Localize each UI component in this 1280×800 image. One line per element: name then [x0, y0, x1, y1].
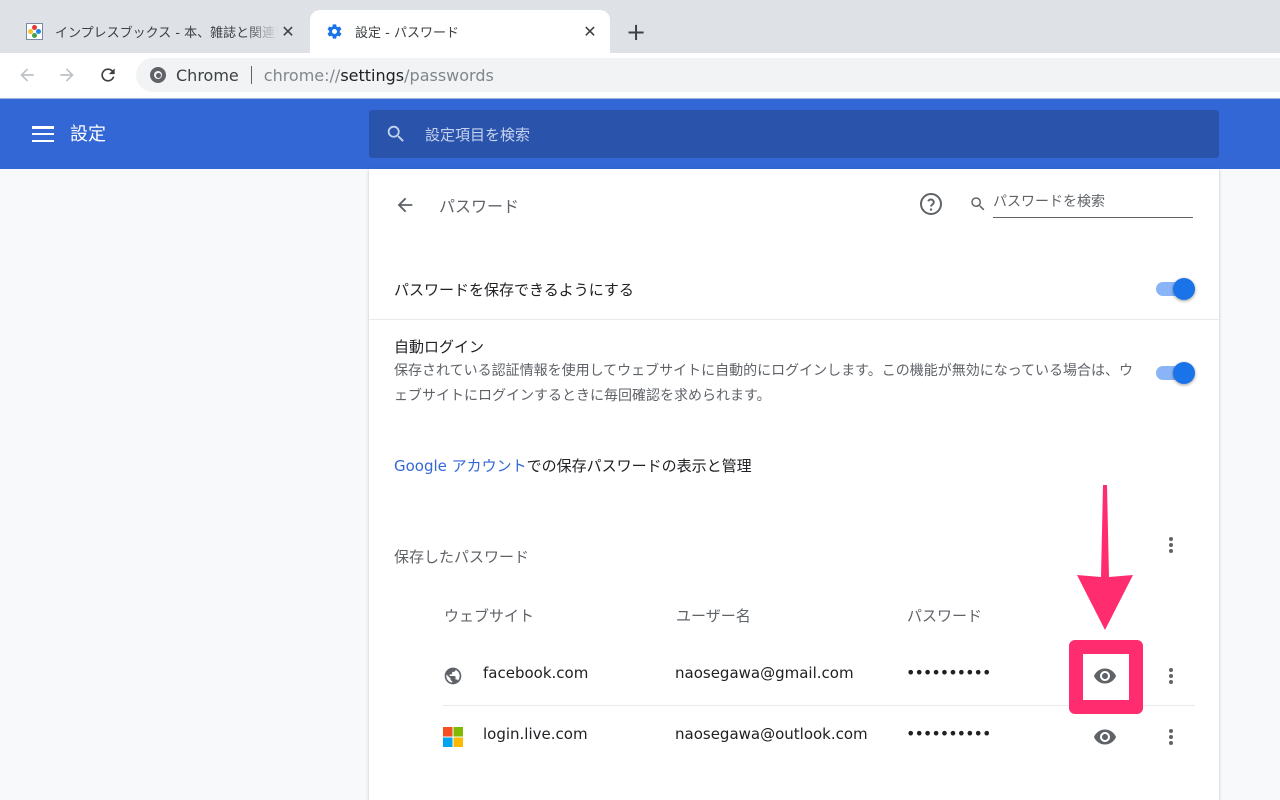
column-header-username: ユーザー名 — [676, 607, 751, 625]
password-site: facebook.com — [483, 664, 589, 682]
settings-title: 設定 — [70, 124, 106, 145]
google-account-row: Google アカウントでの保存パスワードの表示と管理 — [394, 455, 752, 476]
search-icon — [387, 125, 404, 142]
offer-to-save-toggle[interactable] — [1154, 278, 1195, 300]
tab-impress-books[interactable]: インプレスブックス - 本、雑誌と関連W ✕ — [0, 10, 308, 53]
omnibox-separator — [250, 66, 252, 84]
settings-header: 設定 設定項目を検索 — [0, 98, 1280, 169]
password-username: naosegawa@outlook.com — [675, 725, 868, 743]
annotation-arrow-icon — [1077, 485, 1133, 630]
show-password-button[interactable] — [1092, 725, 1118, 749]
chrome-logo-icon — [150, 67, 166, 83]
site-chip: Chrome — [176, 65, 239, 85]
password-masked: •••••••••• — [906, 663, 991, 682]
column-header-website: ウェブサイト — [444, 607, 535, 625]
back-button[interactable] — [13, 61, 41, 89]
google-account-text: での保存パスワードの表示と管理 — [526, 457, 752, 475]
new-tab-button[interactable]: + — [622, 18, 650, 46]
impress-books-favicon-icon — [26, 23, 43, 40]
offer-to-save-row: パスワードを保存できるようにする — [369, 265, 1219, 320]
help-icon[interactable] — [919, 192, 943, 216]
eye-icon — [1094, 729, 1116, 745]
auto-signin-toggle[interactable] — [1154, 362, 1195, 384]
password-list-item: login.live.com naosegawa@outlook.com •••… — [443, 707, 1195, 767]
globe-icon — [443, 666, 463, 686]
reload-icon — [101, 68, 115, 82]
password-site: login.live.com — [483, 725, 588, 743]
password-more-menu-icon[interactable] — [1159, 725, 1183, 749]
url-scheme: chrome:// — [263, 65, 341, 85]
tab-settings-passwords[interactable]: 設定 - パスワード ✕ — [310, 10, 610, 53]
tab-close-icon[interactable]: ✕ — [278, 22, 298, 42]
google-account-link[interactable]: Google アカウント — [394, 457, 527, 475]
offer-to-save-label: パスワードを保存できるようにする — [394, 281, 634, 299]
passwords-subpage-header: パスワード パスワードを検索 — [369, 169, 1219, 241]
arrow-left-icon — [20, 68, 34, 82]
password-search-placeholder: パスワードを検索 — [993, 190, 1193, 218]
search-icon — [971, 197, 985, 211]
auto-signin-row: 自動ログイン 保存されている認証情報を使用してウェブサイトに自動的にログインしま… — [369, 320, 1219, 420]
settings-search-input[interactable]: 設定項目を検索 — [369, 110, 1219, 158]
arrow-right-icon — [60, 68, 74, 82]
hamburger-menu-icon[interactable] — [30, 123, 56, 145]
page-title: パスワード — [439, 197, 520, 216]
annotation-highlight-box — [1069, 640, 1143, 714]
microsoft-logo-icon — [443, 727, 463, 747]
password-masked: •••••••••• — [906, 724, 991, 743]
tab-title: インプレスブックス - 本、雑誌と関連W — [55, 26, 278, 41]
column-header-password: パスワード — [907, 607, 983, 625]
omnibox[interactable]: Chrome chrome://settings/passwords — [136, 58, 1280, 92]
reload-button[interactable] — [94, 61, 122, 89]
browser-toolbar: Chrome chrome://settings/passwords — [0, 53, 1280, 98]
password-username: naosegawa@gmail.com — [675, 664, 854, 682]
tab-title: 設定 - パスワード — [355, 26, 459, 41]
subpage-back-button[interactable] — [391, 191, 419, 219]
auto-signin-description: 保存されている認証情報を使用してウェブサイトに自動的にログインします。この機能が… — [394, 363, 1134, 404]
tab-close-icon[interactable]: ✕ — [580, 22, 600, 42]
settings-search-placeholder: 設定項目を検索 — [425, 125, 531, 144]
saved-passwords-more-menu-icon[interactable] — [1159, 533, 1183, 557]
tab-strip: インプレスブックス - 本、雑誌と関連W ✕ 設定 - パスワード ✕ + — [0, 0, 1280, 53]
password-search-input[interactable]: パスワードを検索 — [969, 190, 1194, 218]
saved-passwords-title: 保存したパスワード — [394, 548, 530, 566]
auto-signin-label: 自動ログイン — [394, 338, 485, 356]
gear-icon — [326, 23, 343, 40]
arrow-left-icon — [397, 197, 413, 213]
password-more-menu-icon[interactable] — [1159, 664, 1183, 688]
url-host: settings — [340, 65, 405, 85]
url-path: /passwords — [404, 65, 494, 85]
forward-button[interactable] — [53, 61, 81, 89]
